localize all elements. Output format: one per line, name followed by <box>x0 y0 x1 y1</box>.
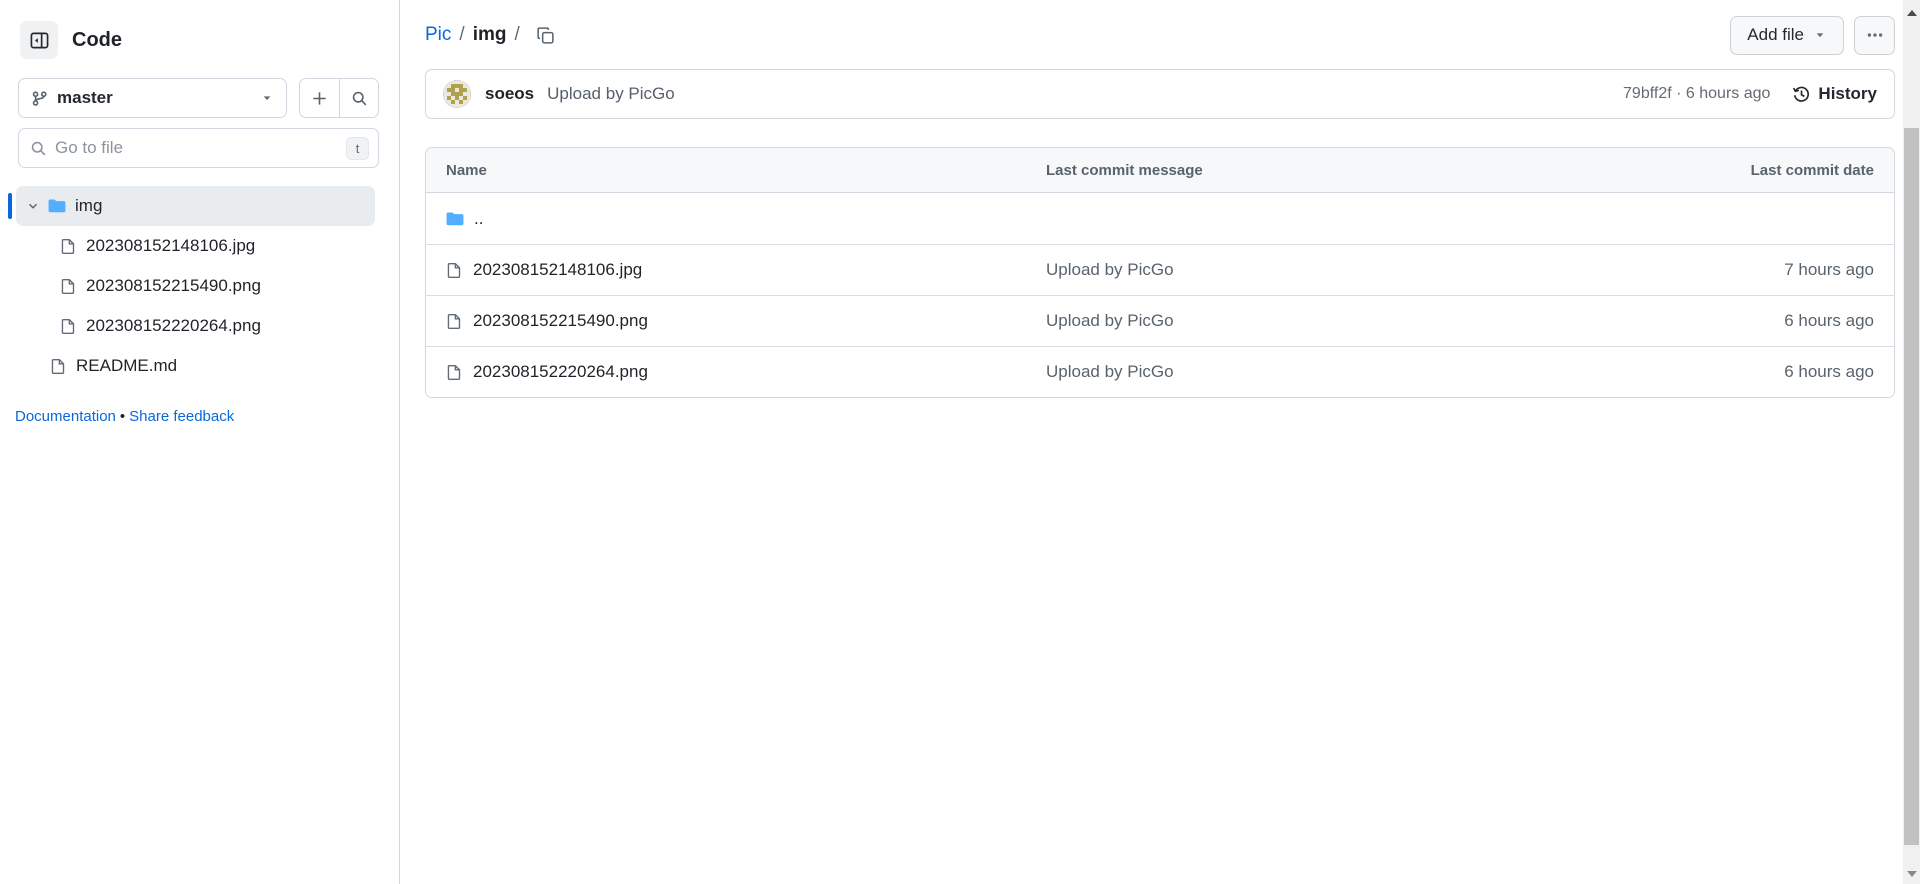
scroll-up-arrow[interactable] <box>1903 4 1920 21</box>
commit-time: 6 hours ago <box>1686 85 1771 102</box>
sidebar-title: Code <box>72 29 122 52</box>
commit-author-link[interactable]: soeos <box>485 84 534 104</box>
search-icon <box>351 90 368 107</box>
tree-item-file[interactable]: 202308152220264.png <box>16 306 375 346</box>
table-row[interactable]: 202308152215490.png Upload by PicGo 6 ho… <box>426 295 1894 346</box>
file-tree: img 202308152148106.jpg 202308152215490.… <box>0 186 399 386</box>
table-row-parent[interactable]: .. <box>426 193 1894 244</box>
tree-item-label: 202308152220264.png <box>86 316 261 336</box>
row-commit-date: 6 hours ago <box>1641 311 1894 331</box>
tree-item-img-folder[interactable]: img <box>16 186 375 226</box>
scroll-down-arrow[interactable] <box>1903 865 1920 882</box>
branch-selector[interactable]: master <box>18 78 287 118</box>
main-content: Pic / img / Add file <box>400 0 1920 884</box>
parent-directory-link[interactable]: .. <box>474 209 483 229</box>
breadcrumb-repo-link[interactable]: Pic <box>425 24 451 46</box>
sidebar-footer: Documentation•Share feedback <box>15 408 399 425</box>
active-indicator-bar <box>8 193 12 219</box>
add-file-label: Add file <box>1747 25 1804 45</box>
row-commit-message[interactable]: Upload by PicGo <box>1046 260 1174 279</box>
caret-down-icon <box>1813 28 1827 42</box>
history-icon <box>1792 85 1811 104</box>
github-code-page: Code master <box>0 0 1920 884</box>
history-link[interactable]: History <box>1792 84 1877 104</box>
file-icon <box>50 358 67 375</box>
copy-path-button[interactable] <box>532 22 559 49</box>
breadcrumb-separator: / <box>514 24 519 46</box>
kebab-horizontal-icon <box>1866 26 1884 44</box>
file-name-link[interactable]: 202308152215490.png <box>473 311 648 331</box>
breadcrumb: Pic / img / <box>425 24 520 46</box>
latest-commit-bar: soeos Upload by PicGo 79bff2f · 6 hours … <box>425 69 1895 119</box>
folder-icon <box>48 197 66 215</box>
commit-meta: 79bff2f · 6 hours ago History <box>1623 84 1877 104</box>
go-to-file-input[interactable] <box>55 138 338 158</box>
more-options-button[interactable] <box>1854 16 1895 55</box>
row-commit-message[interactable]: Upload by PicGo <box>1046 362 1174 381</box>
history-label: History <box>1818 84 1877 104</box>
file-name-link[interactable]: 202308152148106.jpg <box>473 260 642 280</box>
tree-item-label: README.md <box>76 356 177 376</box>
breadcrumb-separator: / <box>459 24 464 46</box>
main-header: Pic / img / Add file <box>425 14 1895 56</box>
row-commit-date: 7 hours ago <box>1641 260 1894 280</box>
footer-separator: • <box>120 408 125 425</box>
column-header-date: Last commit date <box>1641 162 1894 179</box>
file-name-link[interactable]: 202308152220264.png <box>473 362 648 382</box>
file-icon <box>446 313 463 330</box>
table-header-row: Name Last commit message Last commit dat… <box>426 148 1894 193</box>
table-row[interactable]: 202308152148106.jpg Upload by PicGo 7 ho… <box>426 244 1894 295</box>
tree-item-label: 202308152215490.png <box>86 276 261 296</box>
current-branch-label: master <box>57 88 251 108</box>
file-list-table: Name Last commit message Last commit dat… <box>425 147 1895 398</box>
vertical-scrollbar[interactable] <box>1903 0 1920 884</box>
caret-down-icon <box>260 91 274 105</box>
files-sidebar: Code master <box>0 0 400 884</box>
commit-sha: 79bff2f <box>1623 85 1672 102</box>
documentation-link[interactable]: Documentation <box>15 408 116 425</box>
search-tree-button[interactable] <box>339 79 378 117</box>
tree-item-file[interactable]: 202308152148106.jpg <box>16 226 375 266</box>
tree-action-group <box>299 78 379 118</box>
shortcut-key-badge: t <box>346 137 369 160</box>
collapse-sidebar-button[interactable] <box>20 21 58 59</box>
side-panel-icon <box>30 31 49 50</box>
header-actions: Add file <box>1730 16 1895 55</box>
chevron-down-icon[interactable] <box>26 199 40 213</box>
file-icon <box>60 318 77 335</box>
file-icon <box>60 238 77 255</box>
file-icon <box>446 364 463 381</box>
meta-separator: · <box>1676 85 1681 102</box>
share-feedback-link[interactable]: Share feedback <box>129 408 234 425</box>
plus-icon <box>311 90 328 107</box>
copy-icon <box>536 26 555 45</box>
folder-icon <box>446 210 464 228</box>
column-header-name: Name <box>426 162 1026 179</box>
sidebar-controls: master <box>18 78 379 118</box>
breadcrumb-current-folder: img <box>473 24 507 46</box>
scrollbar-thumb[interactable] <box>1904 128 1919 845</box>
tree-item-label: img <box>75 196 102 216</box>
add-file-tree-button[interactable] <box>300 79 339 117</box>
table-row[interactable]: 202308152220264.png Upload by PicGo 6 ho… <box>426 346 1894 397</box>
go-to-file-box: t <box>18 128 379 168</box>
git-branch-icon <box>31 90 48 107</box>
commit-message-link[interactable]: Upload by PicGo <box>547 84 675 104</box>
column-header-message: Last commit message <box>1026 162 1641 179</box>
tree-item-label: 202308152148106.jpg <box>86 236 255 256</box>
row-commit-message[interactable]: Upload by PicGo <box>1046 311 1174 330</box>
avatar[interactable] <box>443 80 471 108</box>
tree-item-file[interactable]: 202308152215490.png <box>16 266 375 306</box>
file-icon <box>60 278 77 295</box>
sidebar-header: Code <box>0 0 399 59</box>
tree-item-readme[interactable]: README.md <box>16 346 375 386</box>
commit-sha-time-link[interactable]: 79bff2f · 6 hours ago <box>1623 85 1770 103</box>
search-icon <box>30 140 47 157</box>
file-icon <box>446 262 463 279</box>
row-commit-date: 6 hours ago <box>1641 362 1894 382</box>
add-file-button[interactable]: Add file <box>1730 16 1844 55</box>
